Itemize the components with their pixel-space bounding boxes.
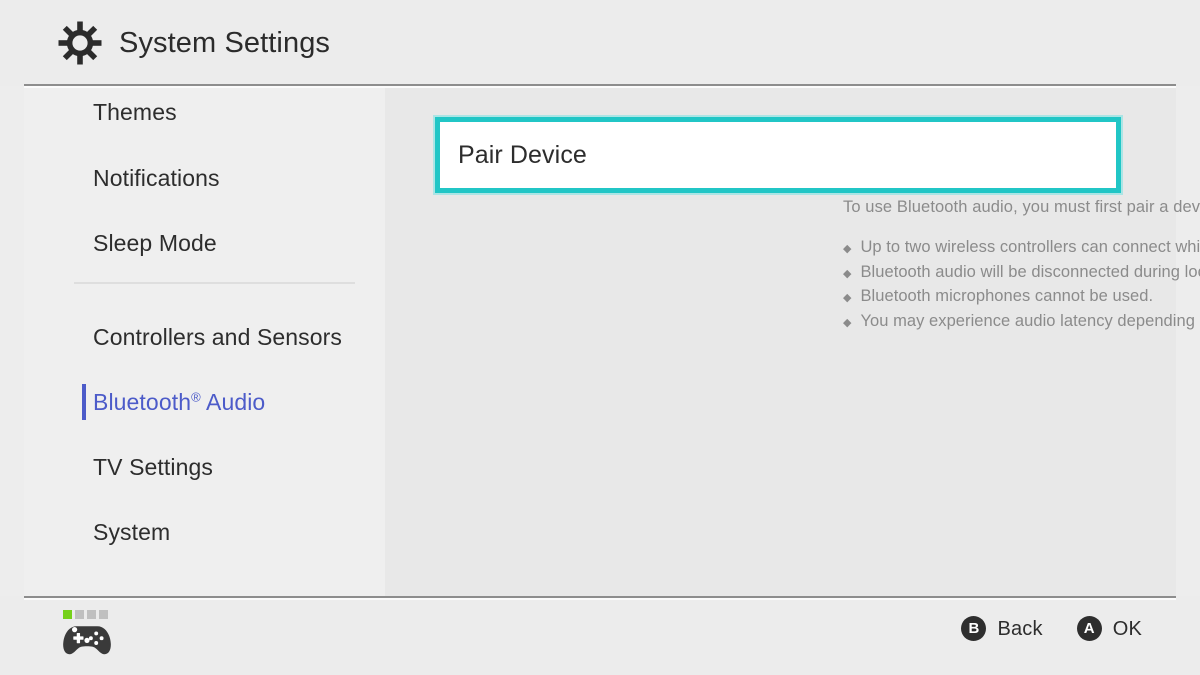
list-item: ◆ Up to two wireless controllers can con…	[843, 239, 1200, 264]
sidebar-item-label: System	[93, 518, 171, 545]
list-item: ◆ Bluetooth audio will be disconnected d…	[843, 262, 1200, 289]
system-settings-screen: System Settings Themes Notifications Sle…	[0, 0, 1200, 675]
sidebar-item-controllers-and-sensors[interactable]: Controllers and Sensors	[24, 313, 385, 361]
list-item: ◆ Bluetooth microphones cannot be used.	[843, 288, 1200, 313]
player-indicator-3	[87, 610, 96, 619]
sidebar-item-tv-settings[interactable]: TV Settings	[24, 443, 385, 491]
sidebar-item-label: Themes	[93, 98, 177, 125]
diamond-bullet-icon: ◆	[843, 316, 852, 329]
player-indicator-1	[63, 610, 72, 619]
footer-divider	[24, 596, 1176, 600]
list-item-label: You may experience audio latency dependi…	[860, 311, 1200, 330]
sidebar-item-notifications[interactable]: Notifications	[24, 154, 385, 202]
sidebar: Themes Notifications Sleep Mode Controll…	[24, 88, 385, 596]
sidebar-item-system[interactable]: System	[24, 508, 385, 556]
sidebar-item-label: Notifications	[93, 164, 220, 191]
page-title: System Settings	[119, 26, 331, 59]
sidebar-item-themes[interactable]: Themes	[24, 88, 385, 136]
button-a-icon: A	[1076, 616, 1102, 641]
button-b-icon: B	[961, 616, 987, 641]
sidebar-item-label: Controllers and Sensors	[93, 323, 343, 350]
diamond-bullet-icon: ◆	[843, 267, 852, 280]
main-panel: Pair Device To use Bluetooth audio, you …	[385, 88, 1200, 596]
back-button-label: Back	[997, 617, 1043, 640]
diamond-bullet-icon: ◆	[843, 243, 852, 255]
header-bar: System Settings	[0, 0, 1200, 88]
sidebar-item-sleep-mode[interactable]: Sleep Mode	[24, 219, 385, 267]
sidebar-item-label: TV Settings	[93, 453, 213, 480]
ok-button-label: OK	[1112, 617, 1142, 640]
player-indicator-4	[99, 610, 108, 619]
list-item-label: Up to two wireless controllers can conne…	[860, 238, 1200, 256]
player-indicator-lights	[62, 610, 112, 619]
list-item-label: Bluetooth microphones cannot be used.	[860, 287, 1154, 305]
gamepad-icon	[62, 623, 112, 657]
selection-accent-bar	[82, 384, 86, 420]
sidebar-group-divider	[74, 282, 355, 284]
sidebar-item-bluetooth-audio[interactable]: Bluetooth® Audio	[24, 378, 385, 426]
list-item-label: Bluetooth audio will be disconnected dur…	[860, 262, 1200, 281]
controller-status[interactable]	[62, 610, 112, 657]
pair-device-description: To use Bluetooth audio, you must first p…	[843, 198, 1200, 216]
ok-button[interactable]: A OK	[1076, 616, 1142, 641]
list-item: ◆ You may experience audio latency depen…	[843, 311, 1200, 338]
pair-device-label: Pair Device	[458, 140, 587, 169]
diamond-bullet-icon: ◆	[843, 292, 852, 304]
footer-bar: B Back A OK	[0, 596, 1200, 675]
header-divider	[24, 84, 1176, 88]
footer-actions: B Back A OK	[961, 616, 1142, 641]
bluetooth-notes-list: ◆ Up to two wireless controllers can con…	[843, 239, 1200, 337]
sidebar-item-label-text: Bluetooth	[93, 388, 192, 415]
content-area: Themes Notifications Sleep Mode Controll…	[0, 88, 1200, 596]
back-button[interactable]: B Back	[961, 616, 1043, 641]
player-indicator-2	[75, 610, 84, 619]
pair-device-button[interactable]: Pair Device	[435, 117, 1121, 193]
header-title-group: System Settings	[58, 21, 330, 65]
registered-trademark-icon: ®	[191, 388, 201, 404]
gear-icon	[58, 21, 102, 65]
sidebar-item-label: Sleep Mode	[93, 229, 217, 256]
sidebar-item-label: Bluetooth® Audio	[24, 388, 266, 415]
sidebar-item-label-suffix: Audio	[200, 388, 266, 415]
